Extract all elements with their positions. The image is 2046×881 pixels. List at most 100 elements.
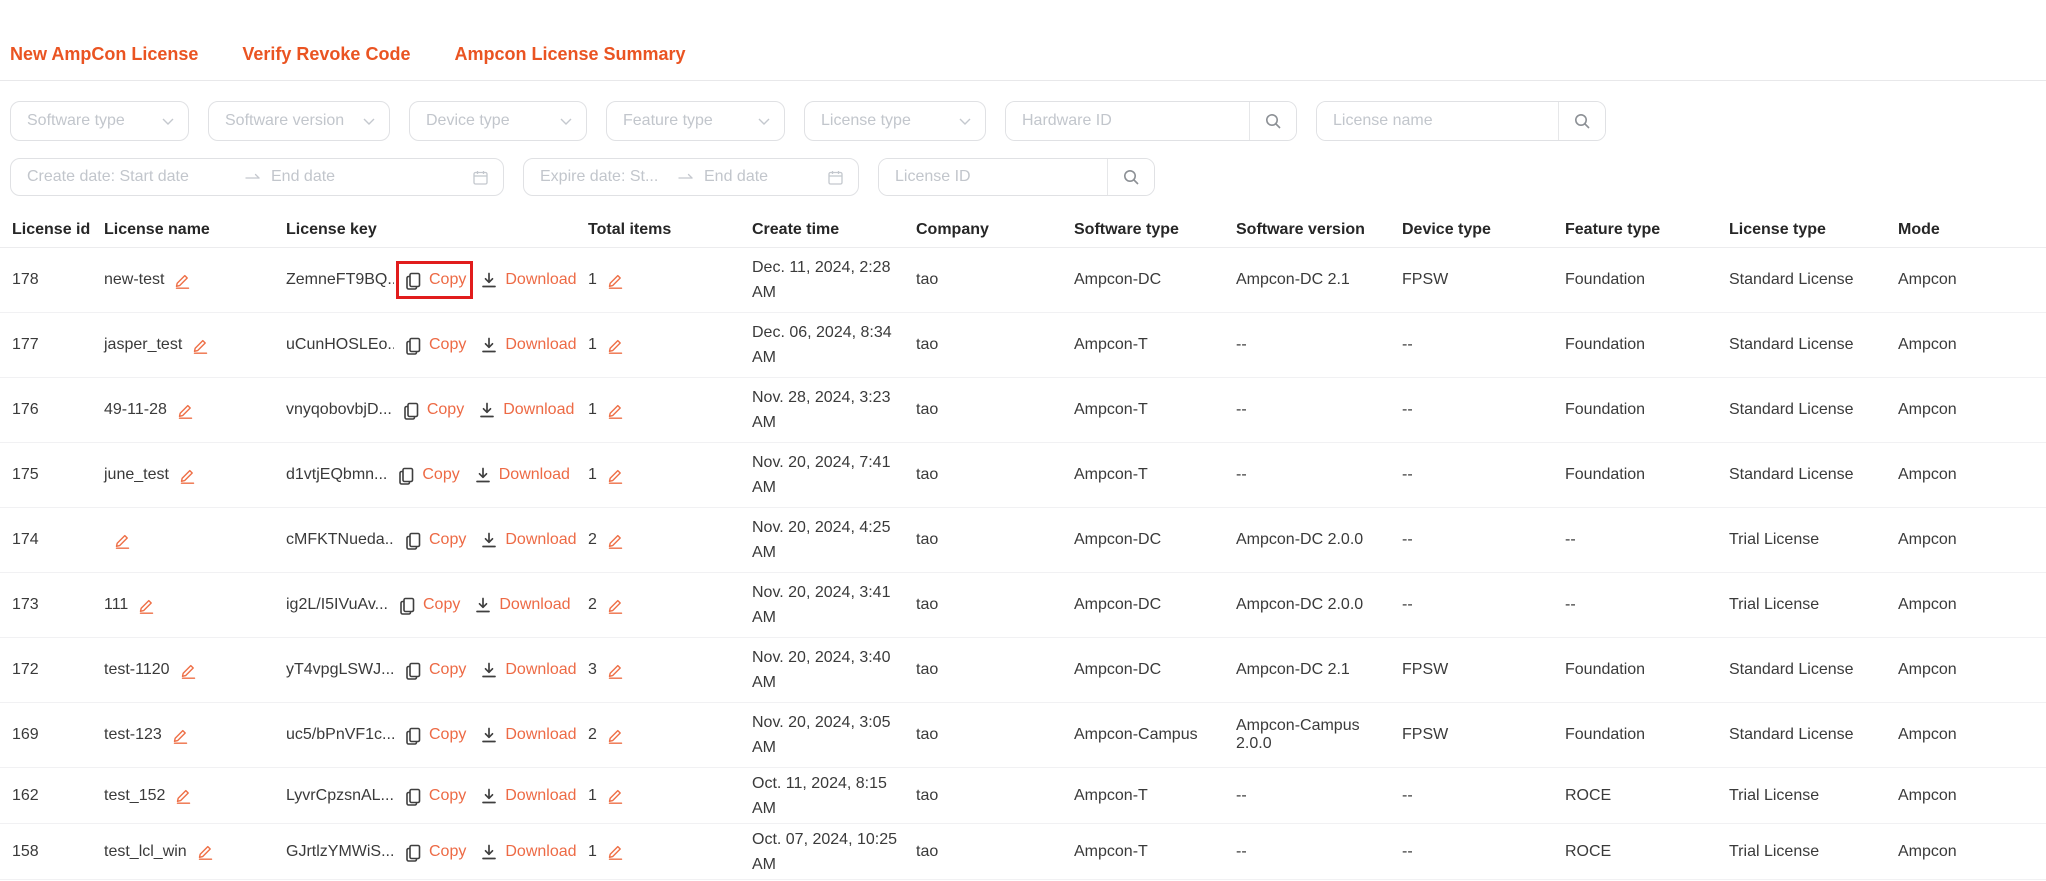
license-name-search-button[interactable] (1558, 102, 1605, 140)
edit-total-items-button[interactable] (606, 271, 625, 290)
company-value: tao (916, 787, 938, 805)
copy-button[interactable]: Copy (403, 530, 466, 550)
edit-total-items-button[interactable] (606, 466, 625, 485)
edit-pencil-icon (196, 842, 215, 861)
mode-value: Ampcon (1898, 336, 1957, 354)
edit-total-items-button[interactable] (606, 401, 625, 420)
chevron-down-icon (162, 118, 174, 125)
license-type-value: Trial License (1729, 596, 1819, 614)
expire-date-range-picker[interactable]: Expire date: St... End date (523, 158, 859, 196)
copy-button[interactable]: Copy (396, 465, 459, 485)
verify-revoke-code-button[interactable]: Verify Revoke Code (242, 45, 410, 63)
download-button[interactable]: Download (479, 335, 576, 355)
copy-label: Copy (422, 466, 459, 484)
download-button[interactable]: Download (479, 660, 576, 680)
table-row: 175 june_test d1vtjEQbmn... Copy Downloa… (0, 443, 2046, 508)
feature-type-value: ROCE (1565, 843, 1611, 861)
license-name-search (1316, 101, 1606, 141)
edit-pencil-icon (606, 401, 625, 420)
edit-license-name-button[interactable] (176, 401, 195, 420)
license-id-search-button[interactable] (1107, 159, 1154, 195)
create-time-value: Oct. 07, 2024, 10:25 AM (752, 827, 902, 877)
copy-button[interactable]: Copy (403, 660, 466, 680)
license-management-page: New AmpCon License Verify Revoke Code Am… (0, 0, 2046, 881)
copy-icon (401, 400, 421, 420)
edit-license-name-button[interactable] (178, 466, 197, 485)
copy-label: Copy (429, 661, 466, 679)
create-time-value: Nov. 20, 2024, 3:05 AM (752, 710, 902, 760)
device-type-select[interactable]: Device type (409, 101, 587, 141)
license-key-value: LyvrCpzsnAL... (286, 787, 394, 805)
edit-license-name-button[interactable] (171, 726, 190, 745)
total-items-value: 1 (588, 401, 597, 419)
software-type-select[interactable]: Software type (10, 101, 189, 141)
ampcon-license-summary-button[interactable]: Ampcon License Summary (454, 45, 685, 63)
download-button[interactable]: Download (479, 270, 576, 290)
edit-license-name-button[interactable] (174, 786, 193, 805)
hardware-id-input[interactable] (1006, 102, 1249, 140)
select-placeholder: Device type (426, 112, 510, 130)
calendar-icon (827, 169, 844, 186)
download-button[interactable]: Download (479, 786, 576, 806)
license-id-value: 172 (12, 661, 39, 679)
download-icon (479, 786, 499, 806)
feature-type-select[interactable]: Feature type (606, 101, 785, 141)
download-button[interactable]: Download (479, 530, 576, 550)
copy-button[interactable]: Copy (401, 400, 464, 420)
license-type-select[interactable]: License type (804, 101, 986, 141)
license-type-value: Trial License (1729, 531, 1819, 549)
device-type-value: FPSW (1402, 661, 1448, 679)
edit-pencil-icon (174, 786, 193, 805)
edit-license-name-button[interactable] (137, 596, 156, 615)
edit-license-name-button[interactable] (196, 842, 215, 861)
expire-date-start-placeholder: Expire date: St... (540, 168, 678, 186)
download-button[interactable]: Download (473, 465, 570, 485)
edit-pencil-icon (606, 786, 625, 805)
license-name-input[interactable] (1317, 102, 1558, 140)
hardware-id-search-button[interactable] (1249, 102, 1296, 140)
copy-button[interactable]: Copy (403, 725, 466, 745)
copy-button[interactable]: Copy (403, 842, 466, 862)
copy-button[interactable]: Copy (403, 786, 466, 806)
copy-button[interactable]: Copy (403, 270, 466, 290)
download-button[interactable]: Download (477, 400, 574, 420)
license-id-input[interactable] (879, 159, 1107, 195)
edit-license-name-button[interactable] (173, 271, 192, 290)
feature-type-value: Foundation (1565, 401, 1645, 419)
company-value: tao (916, 843, 938, 861)
edit-license-name-button[interactable] (179, 661, 198, 680)
license-key-value: ig2L/I5IVuAv... (286, 596, 388, 614)
edit-total-items-button[interactable] (606, 786, 625, 805)
download-button[interactable]: Download (479, 725, 576, 745)
copy-button[interactable]: Copy (403, 335, 466, 355)
edit-total-items-button[interactable] (606, 596, 625, 615)
edit-total-items-button[interactable] (606, 726, 625, 745)
new-ampcon-license-button[interactable]: New AmpCon License (10, 45, 198, 63)
column-header: Software type (1074, 221, 1236, 239)
create-date-range-picker[interactable]: Create date: Start date End date (10, 158, 504, 196)
chevron-down-icon (758, 118, 770, 125)
download-label: Download (503, 401, 574, 419)
edit-total-items-button[interactable] (606, 842, 625, 861)
table-body: 178 new-test ZemneFT9BQ... Copy Download… (0, 248, 2046, 880)
edit-pencil-icon (171, 726, 190, 745)
edit-license-name-button[interactable] (191, 336, 210, 355)
search-icon (1573, 112, 1592, 131)
edit-total-items-button[interactable] (606, 531, 625, 550)
download-button[interactable]: Download (473, 595, 570, 615)
software-version-select[interactable]: Software version (208, 101, 390, 141)
software-type-value: Ampcon-T (1074, 466, 1148, 484)
copy-button[interactable]: Copy (397, 595, 460, 615)
total-items-value: 1 (588, 336, 597, 354)
license-key-value: uCunHOSLEo... (286, 336, 394, 354)
edit-total-items-button[interactable] (606, 336, 625, 355)
edit-total-items-button[interactable] (606, 661, 625, 680)
download-label: Download (499, 466, 570, 484)
device-type-value: -- (1402, 466, 1413, 484)
edit-license-name-button[interactable] (113, 531, 132, 550)
table-row: 169 test-123 uc5/bPnVF1c... Copy Downloa… (0, 703, 2046, 768)
copy-label: Copy (423, 596, 460, 614)
feature-type-value: -- (1565, 531, 1576, 549)
download-button[interactable]: Download (479, 842, 576, 862)
device-type-value: FPSW (1402, 271, 1448, 289)
